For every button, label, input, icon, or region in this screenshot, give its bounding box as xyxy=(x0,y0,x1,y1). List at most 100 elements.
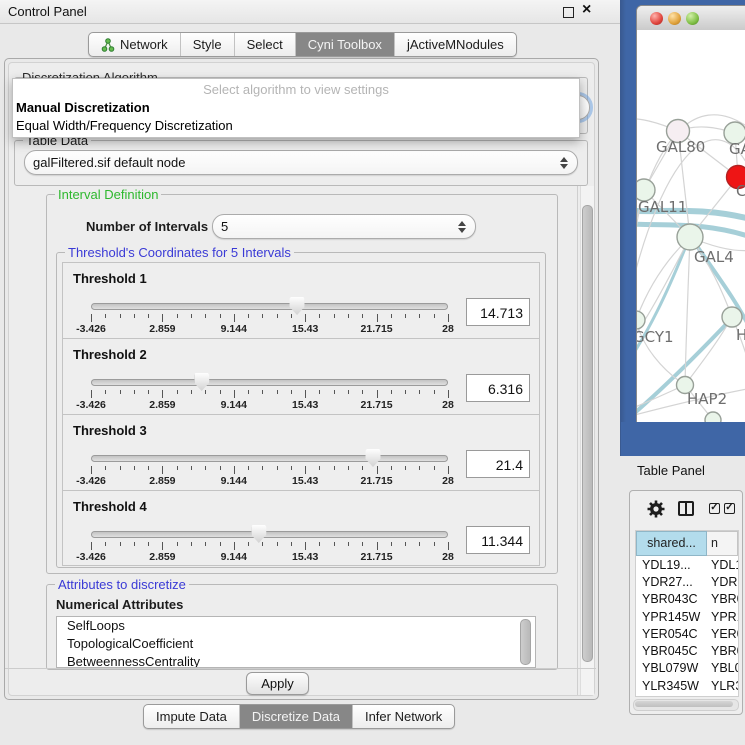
cell-shared-name[interactable]: YDR27... xyxy=(636,575,707,589)
gear-icon[interactable] xyxy=(646,499,666,519)
slider-thumb[interactable] xyxy=(194,373,209,391)
scale-label: 21.715 xyxy=(361,475,393,487)
column-header-name[interactable]: n xyxy=(707,531,738,556)
close-icon[interactable]: × xyxy=(582,1,591,19)
tab-discretize-data[interactable]: Discretize Data xyxy=(240,705,353,728)
cell-name[interactable]: YBL0 xyxy=(707,661,738,675)
apply-button[interactable]: Apply xyxy=(246,672,309,695)
tick-mark xyxy=(162,314,163,322)
cell-name[interactable]: YPR1 xyxy=(707,610,738,624)
table-row[interactable]: YBL079WYBL0 xyxy=(636,660,738,677)
tick-mark xyxy=(191,466,192,470)
cell-name[interactable]: YER0 xyxy=(707,627,738,641)
vertical-scrollbar-thumb[interactable] xyxy=(582,205,593,662)
slider-thumb[interactable] xyxy=(251,525,266,543)
threshold-2-label: Threshold 2 xyxy=(73,347,147,362)
cell-name[interactable]: YBR0 xyxy=(707,644,738,658)
threshold-4-slider[interactable]: -3.4262.8599.14415.4321.71528 xyxy=(91,525,448,565)
numerical-attributes-list[interactable]: SelfLoopsTopologicalCoefficientBetweenne… xyxy=(56,616,536,668)
cell-shared-name[interactable]: YER054C xyxy=(636,627,707,641)
table-row[interactable]: YDL19...YDL1 xyxy=(636,556,738,573)
network-window-titlebar[interactable] xyxy=(637,6,745,32)
cell-name[interactable]: YBR0 xyxy=(707,592,738,606)
tick-mark xyxy=(120,542,121,546)
cell-shared-name[interactable]: YPR145W xyxy=(636,610,707,624)
control-panel-titlebar: Control Panel × xyxy=(0,0,620,24)
tick-mark xyxy=(305,390,306,398)
scale-label: 9.144 xyxy=(221,323,247,335)
threshold-3-slider[interactable]: -3.4262.8599.14415.4321.71528 xyxy=(91,449,448,489)
tab-impute-data[interactable]: Impute Data xyxy=(144,705,240,728)
scale-label: -3.426 xyxy=(76,551,106,563)
column-header-shared-name[interactable]: shared... xyxy=(636,531,707,556)
number-of-intervals-combo[interactable]: 5 xyxy=(212,214,476,239)
list-scrollbar-thumb[interactable] xyxy=(520,619,531,665)
close-traffic-light-icon[interactable] xyxy=(650,12,663,25)
tick-mark xyxy=(405,542,406,546)
table-row[interactable]: YLR345WYLR3 xyxy=(636,677,738,694)
network-node[interactable] xyxy=(705,412,721,422)
tab-style[interactable]: Style xyxy=(181,33,235,56)
table-data-combo[interactable]: galFiltered.sif default node xyxy=(24,150,578,175)
table-row[interactable]: YER054CYER0 xyxy=(636,625,738,642)
network-node[interactable] xyxy=(637,311,645,329)
scale-label: 9.144 xyxy=(221,551,247,563)
cell-name[interactable]: YDL1 xyxy=(707,558,738,572)
tab-jactivemnodules[interactable]: jActiveMNodules xyxy=(395,33,516,56)
table-row[interactable]: YBR045CYBR0 xyxy=(636,642,738,659)
cell-name[interactable]: YDR2 xyxy=(707,575,738,589)
threshold-2-value-field[interactable]: 6.316 xyxy=(466,374,530,402)
split-view-icon[interactable] xyxy=(678,501,694,516)
cell-shared-name[interactable]: YDL19... xyxy=(636,558,707,572)
attribute-list-item[interactable]: TopologicalCoefficient xyxy=(57,635,535,653)
cell-shared-name[interactable]: YBL079W xyxy=(636,661,707,675)
option-manual-discretization[interactable]: Manual Discretization xyxy=(16,100,150,115)
scale-label: 15.43 xyxy=(292,399,318,411)
network-node[interactable] xyxy=(722,307,742,327)
cell-shared-name[interactable]: YBR045C xyxy=(636,644,707,658)
tab-select[interactable]: Select xyxy=(235,33,296,56)
cell-name[interactable]: YLR3 xyxy=(707,679,738,693)
tab-cyni-toolbox[interactable]: Cyni Toolbox xyxy=(296,33,395,56)
tick-mark xyxy=(234,542,235,550)
table-row[interactable]: YPR145WYPR1 xyxy=(636,608,738,625)
threshold-2-slider[interactable]: -3.4262.8599.14415.4321.71528 xyxy=(91,373,448,413)
slider-thumb[interactable] xyxy=(290,297,305,315)
threshold-1-slider[interactable]: -3.4262.8599.14415.4321.71528 xyxy=(91,297,448,337)
cell-shared-name[interactable]: YBR043C xyxy=(636,592,707,606)
float-window-icon[interactable] xyxy=(563,7,574,18)
tick-mark xyxy=(177,466,178,470)
tab-infer-network[interactable]: Infer Network xyxy=(353,705,454,728)
tick-mark xyxy=(248,314,249,318)
checkbox-icon[interactable]: ✓ xyxy=(709,503,720,514)
network-node[interactable] xyxy=(677,224,703,250)
cell-shared-name[interactable]: YLR345W xyxy=(636,679,707,693)
scale-label: 21.715 xyxy=(361,399,393,411)
zoom-traffic-light-icon[interactable] xyxy=(686,12,699,25)
threshold-4-value-field[interactable]: 11.344 xyxy=(466,526,530,554)
minimize-traffic-light-icon[interactable] xyxy=(668,12,681,25)
slider-thumb[interactable] xyxy=(366,449,381,467)
tab-network[interactable]: Network xyxy=(89,33,181,56)
tick-mark xyxy=(234,466,235,474)
attribute-list-item[interactable]: SelfLoops xyxy=(57,617,535,635)
threshold-1-value-field[interactable]: 14.713 xyxy=(466,298,530,326)
option-equal-width-frequency[interactable]: Equal Width/Frequency Discretization xyxy=(16,118,233,133)
scale-label: 28 xyxy=(442,323,454,335)
slider-track[interactable] xyxy=(91,455,448,462)
table-row[interactable]: YIL052CYIL0 xyxy=(636,694,738,697)
slider-track[interactable] xyxy=(91,531,448,538)
table-row[interactable]: YBR043CYBR0 xyxy=(636,591,738,608)
table-row[interactable]: YDR27...YDR2 xyxy=(636,573,738,590)
slider-scale-labels: -3.4262.8599.14415.4321.71528 xyxy=(91,399,448,412)
checkbox-icon[interactable]: ✓ xyxy=(724,503,735,514)
network-canvas[interactable]: GAL80GACGAL11GAL4GCY1HHAP2 xyxy=(637,30,745,422)
attribute-list-item[interactable]: BetweennessCentrality xyxy=(57,653,535,668)
table-horizontal-scrollbar[interactable] xyxy=(633,699,739,711)
table-horizontal-scrollbar-thumb[interactable] xyxy=(635,701,733,707)
threshold-3-value-field[interactable]: 21.4 xyxy=(466,450,530,478)
cell-shared-name[interactable]: YIL052C xyxy=(636,696,707,697)
slider-track[interactable] xyxy=(91,303,448,310)
cell-name[interactable]: YIL0 xyxy=(707,696,738,697)
slider-track[interactable] xyxy=(91,379,448,386)
